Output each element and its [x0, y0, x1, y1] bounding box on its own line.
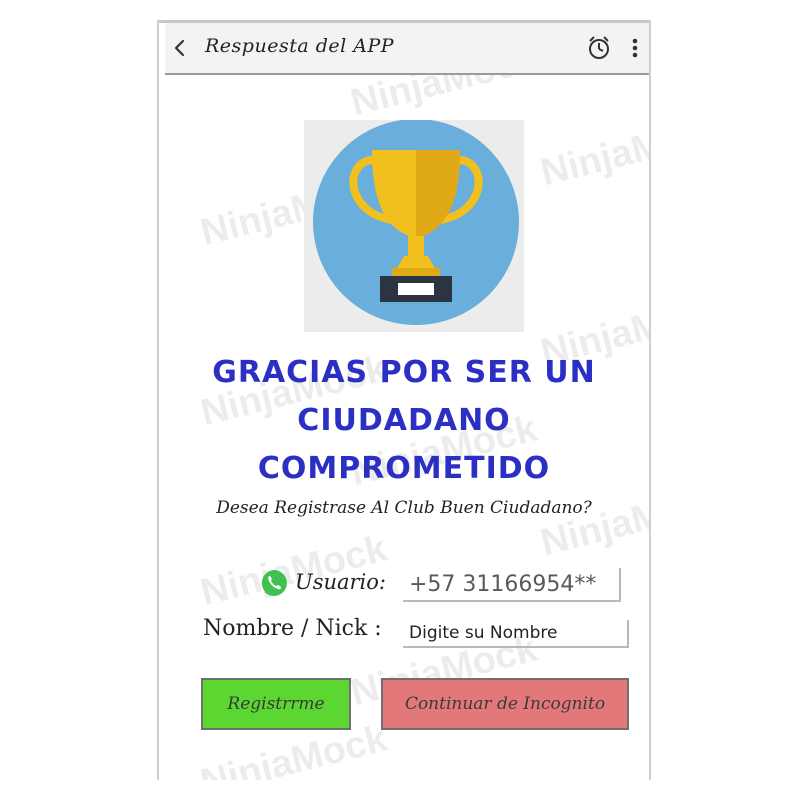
incognito-button[interactable]: Continuar de Incognito — [381, 678, 629, 730]
register-button[interactable]: Registrrme — [201, 678, 351, 730]
trophy-image — [304, 119, 524, 332]
phone-screen: NinjaMock NinjaMock NinjaMock NinjaMock … — [157, 20, 651, 780]
app-bar: Respuesta del APP — [165, 23, 649, 75]
watermark-text: NinjaMock — [536, 477, 651, 565]
watermark-text: NinjaMock — [536, 107, 651, 195]
trophy-icon — [313, 119, 519, 325]
more-vertical-icon[interactable] — [631, 37, 639, 59]
register-question: Desea Registrase Al Club Buen Ciudadano? — [216, 498, 592, 518]
headline-line-2: CIUDADANO — [297, 403, 511, 438]
user-phone-input[interactable] — [403, 568, 621, 602]
back-arrow-icon[interactable] — [171, 37, 189, 59]
user-label: Usuario: — [295, 570, 386, 594]
page-title: Respuesta del APP — [205, 35, 395, 57]
nick-input[interactable] — [403, 620, 629, 648]
headline-line-3: COMPROMETIDO — [257, 451, 551, 486]
nick-label: Nombre / Nick : — [203, 616, 382, 641]
headline-line-1: GRACIAS POR SER UN — [212, 355, 596, 390]
whatsapp-icon — [261, 570, 287, 596]
alarm-clock-icon[interactable] — [587, 35, 611, 61]
